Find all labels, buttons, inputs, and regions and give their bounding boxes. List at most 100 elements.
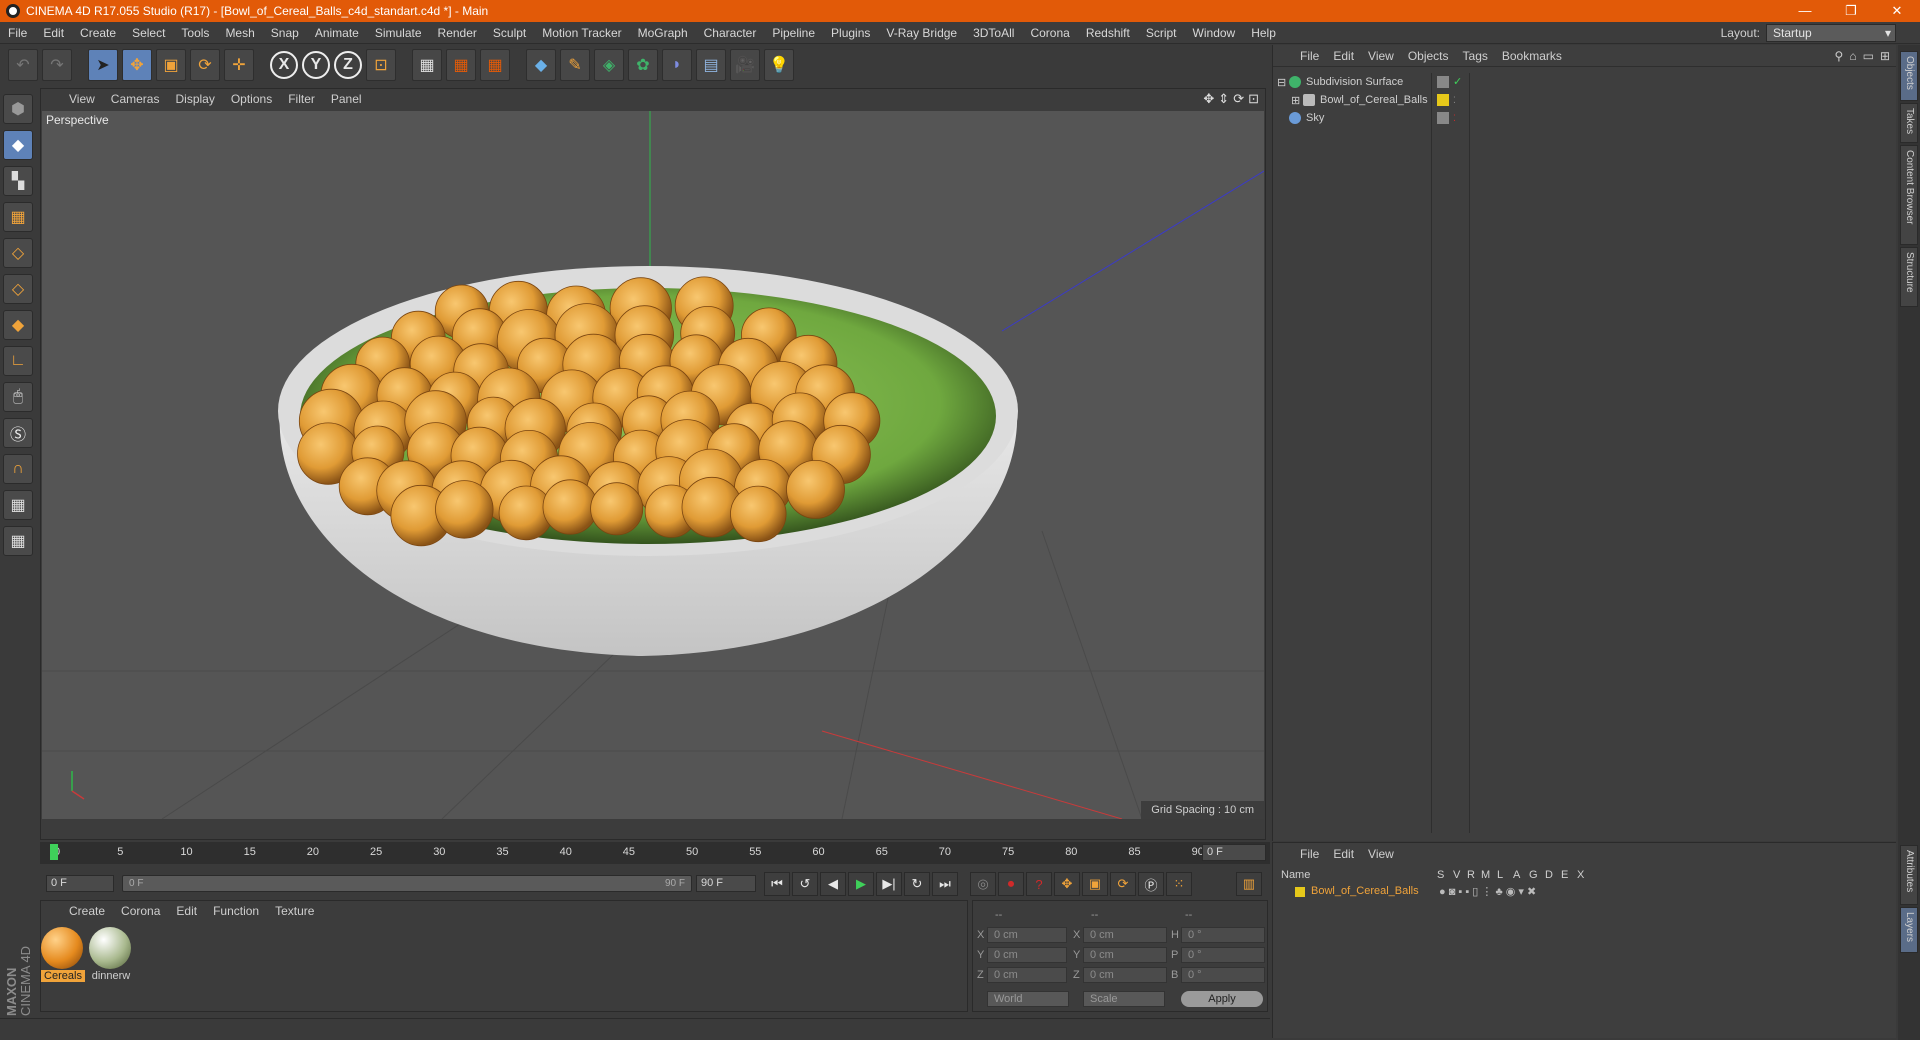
objects-menu-bookmarks[interactable]: Bookmarks bbox=[1495, 49, 1569, 63]
material-menu-function[interactable]: Function bbox=[205, 904, 267, 918]
viewport-menu-panel[interactable]: Panel bbox=[323, 92, 370, 106]
render-view-icon[interactable]: ▦ bbox=[412, 49, 442, 81]
menu-mograph[interactable]: MoGraph bbox=[630, 26, 696, 40]
material-menu-edit[interactable]: Edit bbox=[168, 904, 205, 918]
render-picture-viewer-icon[interactable]: ▦ bbox=[446, 49, 476, 81]
points-mode-icon[interactable]: ◇ bbox=[3, 238, 33, 268]
layers-menu-edit[interactable]: Edit bbox=[1326, 847, 1361, 861]
minimize-button[interactable]: — bbox=[1782, 0, 1828, 22]
tab-content-browser[interactable]: Content Browser bbox=[1900, 145, 1918, 245]
collapse-toggle-icon[interactable]: ⊟ bbox=[1277, 76, 1289, 89]
key-rotation-icon[interactable]: ⟳ bbox=[1110, 872, 1136, 896]
menu-3dtoall[interactable]: 3DToAll bbox=[965, 26, 1022, 40]
undo-icon[interactable]: ↶ bbox=[8, 49, 38, 81]
snap-icon[interactable]: ∩ bbox=[3, 454, 33, 484]
current-frame-field[interactable]: 0 F bbox=[1202, 844, 1266, 861]
viewport-menu-filter[interactable]: Filter bbox=[280, 92, 323, 106]
material-dinnerware[interactable]: dinnerw bbox=[89, 927, 133, 982]
size-x-field[interactable]: 0 cm bbox=[1083, 927, 1167, 943]
menu-character[interactable]: Character bbox=[696, 26, 765, 40]
redo-icon[interactable]: ↷ bbox=[42, 49, 72, 81]
viewport-menu-options[interactable]: Options bbox=[223, 92, 280, 106]
menu-snap[interactable]: Snap bbox=[263, 26, 307, 40]
lock-panel-icon[interactable]: ⊞ bbox=[1880, 49, 1890, 63]
coordinate-system-icon[interactable]: ⊡ bbox=[366, 49, 396, 81]
menu-edit[interactable]: Edit bbox=[35, 26, 72, 40]
goto-start-icon[interactable]: ⏮ bbox=[764, 872, 790, 896]
camera-icon[interactable]: 🎥 bbox=[730, 49, 760, 81]
timeline-window-icon[interactable]: ▥ bbox=[1236, 872, 1262, 896]
tab-structure[interactable]: Structure bbox=[1900, 247, 1918, 307]
make-editable-icon[interactable]: ⬢ bbox=[3, 94, 33, 124]
floor-environment-icon[interactable]: ▤ bbox=[696, 49, 726, 81]
menu-window[interactable]: Window bbox=[1185, 26, 1244, 40]
play-icon[interactable]: ▶ bbox=[848, 872, 874, 896]
search-icon[interactable]: ⚲ bbox=[1835, 49, 1844, 63]
material-menu-texture[interactable]: Texture bbox=[267, 904, 322, 918]
tweak-mode-icon[interactable]: 🖱 bbox=[3, 382, 33, 412]
planar-workplane-icon[interactable]: ▦ bbox=[3, 526, 33, 556]
axis-mode-icon[interactable]: ∟ bbox=[3, 346, 33, 376]
menu-motion-tracker[interactable]: Motion Tracker bbox=[534, 26, 629, 40]
menu-tools[interactable]: Tools bbox=[173, 26, 217, 40]
live-select-icon[interactable]: ✛ bbox=[224, 49, 254, 81]
menu-sculpt[interactable]: Sculpt bbox=[485, 26, 534, 40]
menu-corona[interactable]: Corona bbox=[1022, 26, 1077, 40]
size-y-field[interactable]: 0 cm bbox=[1083, 947, 1167, 963]
home-icon[interactable]: ⌂ bbox=[1849, 49, 1856, 63]
menu-help[interactable]: Help bbox=[1243, 26, 1284, 40]
texture-mode-icon[interactable]: ▚ bbox=[3, 166, 33, 196]
playhead-marker[interactable] bbox=[50, 844, 58, 860]
apply-button[interactable]: Apply bbox=[1181, 991, 1263, 1007]
layer-color-swatch[interactable] bbox=[1437, 112, 1449, 124]
menu-animate[interactable]: Animate bbox=[307, 26, 367, 40]
visibility-dots-icon[interactable]: ⁚ bbox=[1453, 112, 1465, 124]
menu-simulate[interactable]: Simulate bbox=[367, 26, 430, 40]
autokey-icon[interactable]: ⏺ bbox=[998, 872, 1024, 896]
layer-row[interactable]: Bowl_of_Cereal_Balls ● ◙ ▪ ▪ ▯ ⋮ ♣ ◉ ▾ ✖ bbox=[1277, 885, 1887, 901]
material-cereals[interactable]: Cereals bbox=[41, 927, 85, 982]
tab-attributes[interactable]: Attributes bbox=[1900, 845, 1918, 905]
record-keys-icon[interactable]: ◎ bbox=[970, 872, 996, 896]
layer-flag-icons[interactable]: ● ◙ ▪ ▪ ▯ ⋮ ♣ ◉ ▾ ✖ bbox=[1439, 885, 1536, 898]
prev-frame-icon[interactable]: ◀ bbox=[820, 872, 846, 896]
viewport-menu-view[interactable]: View bbox=[61, 92, 103, 106]
timeline-ruler[interactable]: 051015202530354045505560657075808590 0 F bbox=[40, 842, 1270, 864]
menu-mesh[interactable]: Mesh bbox=[217, 26, 262, 40]
prev-key-icon[interactable]: ↺ bbox=[792, 872, 818, 896]
array-clone-icon[interactable]: ✿ bbox=[628, 49, 658, 81]
viewport-menu-display[interactable]: Display bbox=[167, 92, 222, 106]
menu-render[interactable]: Render bbox=[430, 26, 485, 40]
cube-primitive-icon[interactable]: ◆ bbox=[526, 49, 556, 81]
objects-menu-objects[interactable]: Objects bbox=[1401, 49, 1456, 63]
solo-mode-icon[interactable]: Ⓢ bbox=[3, 418, 33, 448]
y-axis-lock-button[interactable]: Y bbox=[302, 51, 330, 79]
objects-menu-tags[interactable]: Tags bbox=[1456, 49, 1495, 63]
key-scale-icon[interactable]: ▣ bbox=[1082, 872, 1108, 896]
rot-p-field[interactable]: 0 ° bbox=[1181, 947, 1265, 963]
menu-create[interactable]: Create bbox=[72, 26, 124, 40]
next-key-icon[interactable]: ↻ bbox=[904, 872, 930, 896]
new-window-icon[interactable]: ▭ bbox=[1863, 49, 1874, 63]
end-frame-field[interactable]: 90 F bbox=[696, 875, 756, 892]
tab-layers[interactable]: Layers bbox=[1900, 907, 1918, 953]
viewport-menu-cameras[interactable]: Cameras bbox=[103, 92, 168, 106]
x-axis-lock-button[interactable]: X bbox=[270, 51, 298, 79]
objects-menu-file[interactable]: File bbox=[1293, 49, 1326, 63]
material-menu-create[interactable]: Create bbox=[61, 904, 113, 918]
select-arrow-icon[interactable]: ➤ bbox=[88, 49, 118, 81]
objects-menu-edit[interactable]: Edit bbox=[1326, 49, 1361, 63]
polygons-mode-icon[interactable]: ◆ bbox=[3, 310, 33, 340]
key-parameter-icon[interactable]: Ⓟ bbox=[1138, 872, 1164, 896]
start-frame-field[interactable]: 0 F bbox=[46, 875, 114, 892]
rot-h-field[interactable]: 0 ° bbox=[1181, 927, 1265, 943]
tab-takes[interactable]: Takes bbox=[1900, 103, 1918, 143]
layer-color-swatch[interactable] bbox=[1437, 94, 1449, 106]
close-button[interactable]: ✕ bbox=[1874, 0, 1920, 22]
move-icon[interactable]: ✥ bbox=[122, 49, 152, 81]
rotate-icon[interactable]: ⟳ bbox=[190, 49, 220, 81]
layer-color-swatch[interactable] bbox=[1295, 887, 1305, 897]
keyframe-selection-icon[interactable]: ? bbox=[1026, 872, 1052, 896]
menu-script[interactable]: Script bbox=[1138, 26, 1185, 40]
goto-end-icon[interactable]: ⏭ bbox=[932, 872, 958, 896]
